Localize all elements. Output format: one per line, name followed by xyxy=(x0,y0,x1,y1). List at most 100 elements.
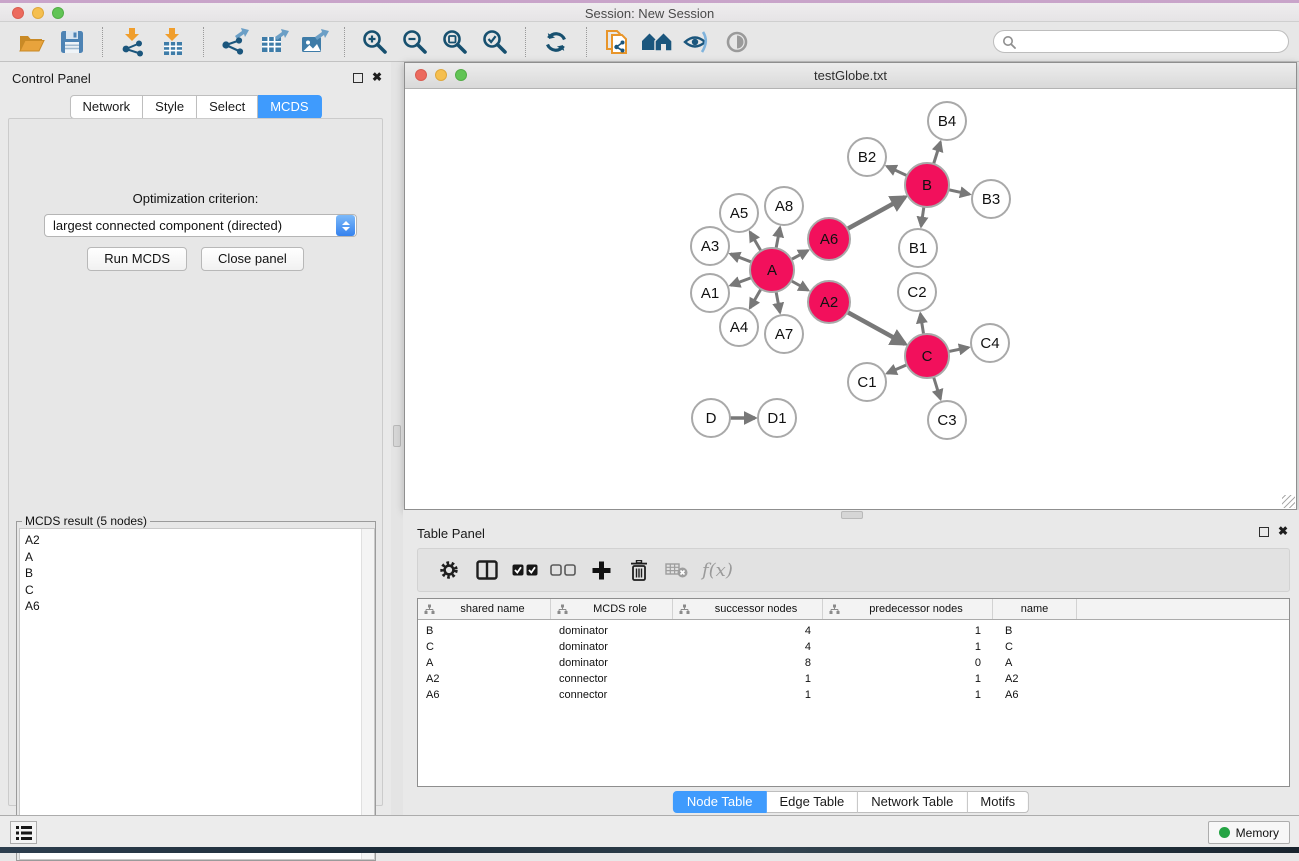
clipboard-network-icon xyxy=(603,27,631,57)
graph-node-D1[interactable]: D1 xyxy=(758,399,796,437)
zoom-fit-button[interactable] xyxy=(439,25,471,59)
panel-divider[interactable] xyxy=(391,62,403,815)
result-scrollbar[interactable] xyxy=(361,529,374,859)
function-builder-button[interactable]: f(x) xyxy=(702,560,733,581)
mcds-result-list[interactable]: A2ABCA6 xyxy=(19,528,375,860)
tab-mcds[interactable]: MCDS xyxy=(258,95,321,119)
apply-layout-button[interactable] xyxy=(540,25,572,59)
graph-node-A1[interactable]: A1 xyxy=(691,274,729,312)
table-cell: 0 xyxy=(823,657,993,669)
graph-node-C3[interactable]: C3 xyxy=(928,401,966,439)
split-view-button[interactable] xyxy=(470,553,504,587)
tab-network[interactable]: Network xyxy=(69,95,143,119)
result-list-item[interactable]: A6 xyxy=(20,598,374,615)
graph-node-A6[interactable]: A6 xyxy=(808,218,850,260)
home-icon xyxy=(641,29,673,55)
birds-eye-view-button[interactable] xyxy=(721,25,753,59)
table-row[interactable]: Bdominator41B xyxy=(418,623,1289,639)
table-row[interactable]: Adominator80A xyxy=(418,655,1289,671)
graph-node-B[interactable]: B xyxy=(905,163,949,207)
select-all-button[interactable] xyxy=(508,553,542,587)
zoom-out-button[interactable] xyxy=(399,25,431,59)
hide-graphics-details-button[interactable] xyxy=(681,25,713,59)
run-mcds-button[interactable]: Run MCDS xyxy=(87,247,187,271)
table-tab-motifs[interactable]: Motifs xyxy=(967,791,1029,813)
graph-node-A3[interactable]: A3 xyxy=(691,227,729,265)
graph-node-C2[interactable]: C2 xyxy=(898,273,936,311)
task-history-button[interactable] xyxy=(10,821,37,844)
graph-node-A5[interactable]: A5 xyxy=(720,194,758,232)
table-cell: A2 xyxy=(418,673,551,685)
delete-table-icon xyxy=(665,562,689,579)
table-tab-edge-table[interactable]: Edge Table xyxy=(766,791,858,813)
divider-grip[interactable] xyxy=(393,425,401,447)
graph-node-A8[interactable]: A8 xyxy=(765,187,803,225)
network-window-titlebar[interactable]: testGlobe.txt xyxy=(405,63,1296,89)
graph-node-B2[interactable]: B2 xyxy=(848,138,886,176)
search-box[interactable] xyxy=(993,30,1289,53)
memory-button[interactable]: Memory xyxy=(1208,821,1290,844)
result-list-item[interactable]: A2 xyxy=(20,532,374,549)
zoom-selected-button[interactable] xyxy=(479,25,511,59)
import-table-button[interactable] xyxy=(157,25,189,59)
graph-node-B3[interactable]: B3 xyxy=(972,180,1010,218)
svg-text:B4: B4 xyxy=(938,113,956,130)
export-image-button[interactable] xyxy=(298,25,330,59)
table-row[interactable]: A2connector11A2 xyxy=(418,671,1289,687)
result-list-item[interactable]: B xyxy=(20,565,374,582)
criterion-value: largest connected component (directed) xyxy=(45,218,336,233)
export-table-button[interactable] xyxy=(258,25,290,59)
graph-node-B4[interactable]: B4 xyxy=(928,102,966,140)
column-header-MCDS-role[interactable]: MCDS role xyxy=(551,599,673,619)
column-header-predecessor-nodes[interactable]: predecessor nodes xyxy=(823,599,993,619)
graph-node-A7[interactable]: A7 xyxy=(765,315,803,353)
deselect-all-button[interactable] xyxy=(546,553,580,587)
close-panel-button[interactable]: Close panel xyxy=(201,247,304,271)
float-table-panel-icon[interactable] xyxy=(1259,527,1269,537)
graph-node-A4[interactable]: A4 xyxy=(720,308,758,346)
node-table[interactable]: shared nameMCDS rolesuccessor nodesprede… xyxy=(417,598,1290,787)
table-tab-network-table[interactable]: Network Table xyxy=(858,791,967,813)
graph-node-A2[interactable]: A2 xyxy=(808,281,850,323)
home-button[interactable] xyxy=(641,25,673,59)
criterion-dropdown[interactable]: largest connected component (directed) xyxy=(44,214,357,237)
graph-node-D[interactable]: D xyxy=(692,399,730,437)
open-session-button[interactable] xyxy=(16,25,48,59)
graph-node-C[interactable]: C xyxy=(905,334,949,378)
shared-column-icon xyxy=(557,604,568,615)
add-column-button[interactable] xyxy=(584,553,618,587)
horizontal-divider[interactable] xyxy=(403,510,1299,520)
save-session-button[interactable] xyxy=(56,25,88,59)
close-panel-icon[interactable]: ✖ xyxy=(372,70,382,84)
divider-grip[interactable] xyxy=(841,511,863,519)
zoom-in-button[interactable] xyxy=(359,25,391,59)
table-tab-node-table[interactable]: Node Table xyxy=(673,791,767,813)
window-resize-grip[interactable] xyxy=(1282,495,1295,508)
graph-node-C4[interactable]: C4 xyxy=(971,324,1009,362)
result-list-item[interactable]: C xyxy=(20,582,374,599)
graph-node-B1[interactable]: B1 xyxy=(899,229,937,267)
result-list-item[interactable]: A xyxy=(20,549,374,566)
delete-column-button[interactable] xyxy=(622,553,656,587)
network-canvas[interactable]: B4 B2 B B3 A8A5 A6 B1 A3 A C2 A1 A2 A4A7 C4 C C1 C3 D D1 xyxy=(405,89,1296,509)
column-header-successor-nodes[interactable]: successor nodes xyxy=(673,599,823,619)
export-network-button[interactable] xyxy=(218,25,250,59)
column-header-name[interactable]: name xyxy=(993,599,1077,619)
graph-node-A[interactable]: A xyxy=(750,248,794,292)
table-row[interactable]: Cdominator41C xyxy=(418,639,1289,655)
window-titlebar: Session: New Session xyxy=(0,3,1299,22)
search-input[interactable] xyxy=(1022,35,1280,49)
delete-table-button[interactable] xyxy=(660,553,694,587)
column-header-shared-name[interactable]: shared name xyxy=(418,599,551,619)
open-folder-icon xyxy=(18,29,46,55)
tab-select[interactable]: Select xyxy=(197,95,258,119)
svg-text:A1: A1 xyxy=(701,285,719,302)
network-from-clipboard-button[interactable] xyxy=(601,25,633,59)
import-network-button[interactable] xyxy=(117,25,149,59)
float-panel-icon[interactable] xyxy=(353,73,363,83)
table-row[interactable]: A6connector11A6 xyxy=(418,687,1289,703)
tab-style[interactable]: Style xyxy=(143,95,197,119)
table-settings-button[interactable] xyxy=(432,553,466,587)
close-table-panel-icon[interactable]: ✖ xyxy=(1278,524,1288,538)
graph-node-C1[interactable]: C1 xyxy=(848,363,886,401)
